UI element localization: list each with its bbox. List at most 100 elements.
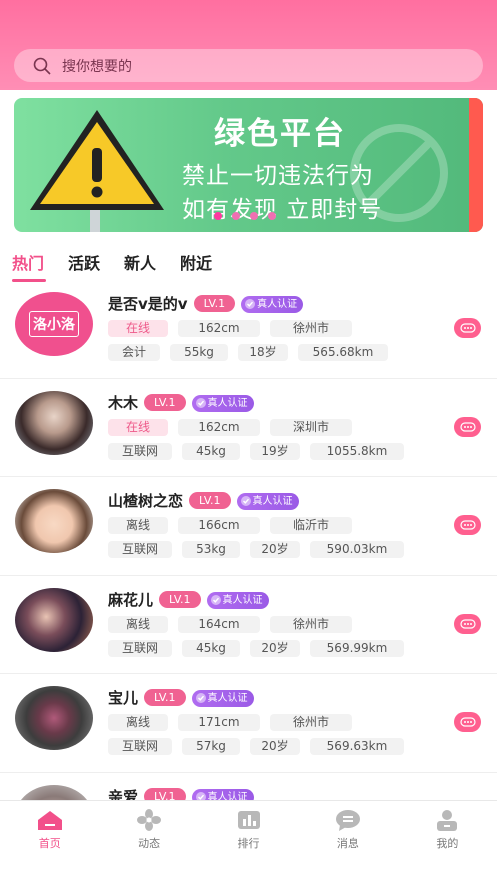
nav-messages[interactable]: 消息 (298, 801, 397, 883)
avatar[interactable] (15, 686, 93, 750)
chat-bubble-icon (459, 421, 476, 432)
check-shield-icon (210, 594, 221, 605)
tab-active[interactable]: 活跃 (68, 250, 100, 282)
level-badge: LV.1 (189, 492, 231, 509)
distance-chip: 569.99km (310, 639, 404, 657)
chat-button[interactable] (454, 416, 481, 437)
avatar-text: 洛小洛 (29, 311, 79, 337)
banner-line-2: 如有发现 立即封号 (182, 197, 383, 223)
avatar[interactable]: 洛小洛 (15, 292, 93, 356)
user-name-text: 木木 (108, 393, 139, 412)
age-chip: 20岁 (250, 639, 300, 657)
verified-label: 真人认证 (222, 594, 263, 606)
industry-chip: 互联网 (108, 541, 172, 558)
tab-new[interactable]: 新人 (124, 250, 156, 282)
industry-chip: 会计 (108, 344, 160, 361)
avatar[interactable] (15, 390, 93, 455)
city-chip: 临沂市 (270, 517, 352, 534)
chat-bubble-icon (459, 323, 476, 333)
height-chip: 171cm (178, 714, 260, 731)
profile-icon (437, 810, 458, 831)
status-chip: 离线 (108, 714, 168, 731)
user-card[interactable]: 宝儿 LV.1 真人认证 离线 171cm 徐州市 互联网 57kg 20岁 569… (0, 674, 497, 773)
verified-badge: 真人认证 (206, 591, 269, 609)
nav-profile-label: 我的 (436, 837, 459, 850)
chat-bubble-icon (459, 618, 476, 629)
user-name: 是否v是的v LV.1 真人认证 (108, 293, 304, 314)
industry-chip: 互联网 (108, 442, 172, 460)
verified-badge: 真人认证 (191, 394, 254, 412)
age-chip: 18岁 (238, 344, 288, 361)
level-badge: LV.1 (144, 393, 186, 411)
carousel-dot[interactable] (232, 212, 240, 220)
check-shield-icon (245, 299, 256, 309)
avatar[interactable] (15, 587, 93, 652)
chat-bubble-icon (459, 520, 476, 530)
industry-chip: 互联网 (108, 639, 172, 657)
user-card[interactable]: 木木 LV.1 真人认证 在线 162cm 深圳市 互联网 45kg 19岁 105… (0, 379, 497, 477)
height-chip: 166cm (178, 517, 260, 534)
check-shield-icon (195, 693, 206, 703)
user-name: 麻花儿 LV.1 真人认证 (108, 589, 269, 610)
user-name: 木木 LV.1 真人认证 (108, 392, 254, 413)
user-name-text: 麻花儿 (108, 590, 154, 609)
user-name-text: 山楂树之恋 (108, 492, 184, 510)
weight-chip: 45kg (182, 442, 240, 460)
weight-chip: 45kg (182, 639, 240, 657)
nav-feed[interactable]: 动态 (99, 801, 198, 883)
tab-hot[interactable]: 热门 (12, 250, 47, 282)
nav-ranking[interactable]: 排行 (199, 801, 298, 883)
user-card[interactable]: 麻花儿 LV.1 真人认证 离线 164cm 徐州市 互联网 45kg 20岁 56… (0, 576, 497, 674)
avatar[interactable] (15, 489, 93, 553)
ranking-icon (237, 811, 260, 829)
search-bar[interactable]: 搜你想要的 (14, 49, 483, 82)
user-name: 宝儿 LV.1 真人认证 (108, 687, 254, 708)
age-chip: 20岁 (250, 541, 300, 558)
banner-title: 绿色平台 (214, 116, 346, 152)
city-chip: 深圳市 (270, 418, 352, 436)
chat-button[interactable] (454, 318, 481, 338)
status-chip: 在线 (108, 320, 168, 337)
verified-badge: 真人认证 (241, 296, 304, 313)
user-card[interactable]: 洛小洛 是否v是的v LV.1 真人认证 在线 162cm 徐州市 会计 55kg … (0, 280, 497, 379)
user-card[interactable]: 山楂树之恋 LV.1 真人认证 离线 166cm 临沂市 互联网 53kg 20岁 … (0, 477, 497, 576)
city-chip: 徐州市 (270, 714, 352, 731)
carousel-indicators (214, 212, 276, 220)
distance-chip: 565.68km (298, 344, 388, 361)
industry-chip: 互联网 (108, 738, 172, 755)
nav-messages-label: 消息 (336, 837, 359, 850)
chat-bubble-icon (459, 717, 476, 727)
carousel-dot[interactable] (268, 212, 276, 220)
verified-label: 真人认证 (207, 693, 248, 704)
carousel-dot[interactable] (214, 212, 222, 220)
banner-line-1: 禁止一切违法行为 (182, 163, 374, 189)
user-name-text: 宝儿 (108, 689, 139, 707)
status-chip: 离线 (108, 517, 168, 534)
nav-home-label: 首页 (38, 837, 61, 850)
bottom-navigation: 首页 动态 排行 消息 我的 (0, 800, 497, 883)
level-badge: LV.1 (144, 689, 186, 706)
distance-chip: 569.63km (310, 738, 404, 755)
nav-profile[interactable]: 我的 (398, 801, 497, 883)
carousel-dot[interactable] (250, 212, 258, 220)
chat-button[interactable] (454, 515, 481, 535)
city-chip: 徐州市 (270, 320, 352, 337)
chat-button[interactable] (454, 613, 481, 634)
user-list: 洛小洛 是否v是的v LV.1 真人认证 在线 162cm 徐州市 会计 55kg … (0, 280, 497, 871)
promo-banner[interactable]: 绿色平台 禁止一切违法行为 如有发现 立即封号 (14, 98, 483, 232)
search-placeholder: 搜你想要的 (62, 58, 132, 75)
nav-home[interactable]: 首页 (0, 801, 99, 883)
age-chip: 19岁 (250, 442, 300, 460)
banner-edge (469, 98, 483, 232)
tab-nearby[interactable]: 附近 (180, 250, 212, 282)
distance-chip: 1055.8km (310, 442, 404, 460)
chat-button[interactable] (454, 712, 481, 732)
distance-chip: 590.03km (310, 541, 404, 558)
verified-badge: 真人认证 (191, 690, 254, 707)
weight-chip: 53kg (182, 541, 240, 558)
status-chip: 在线 (108, 418, 168, 436)
nav-feed-label: 动态 (138, 837, 161, 850)
verified-label: 真人认证 (252, 496, 293, 507)
check-shield-icon (240, 496, 251, 506)
warning-sign-icon (30, 110, 164, 232)
